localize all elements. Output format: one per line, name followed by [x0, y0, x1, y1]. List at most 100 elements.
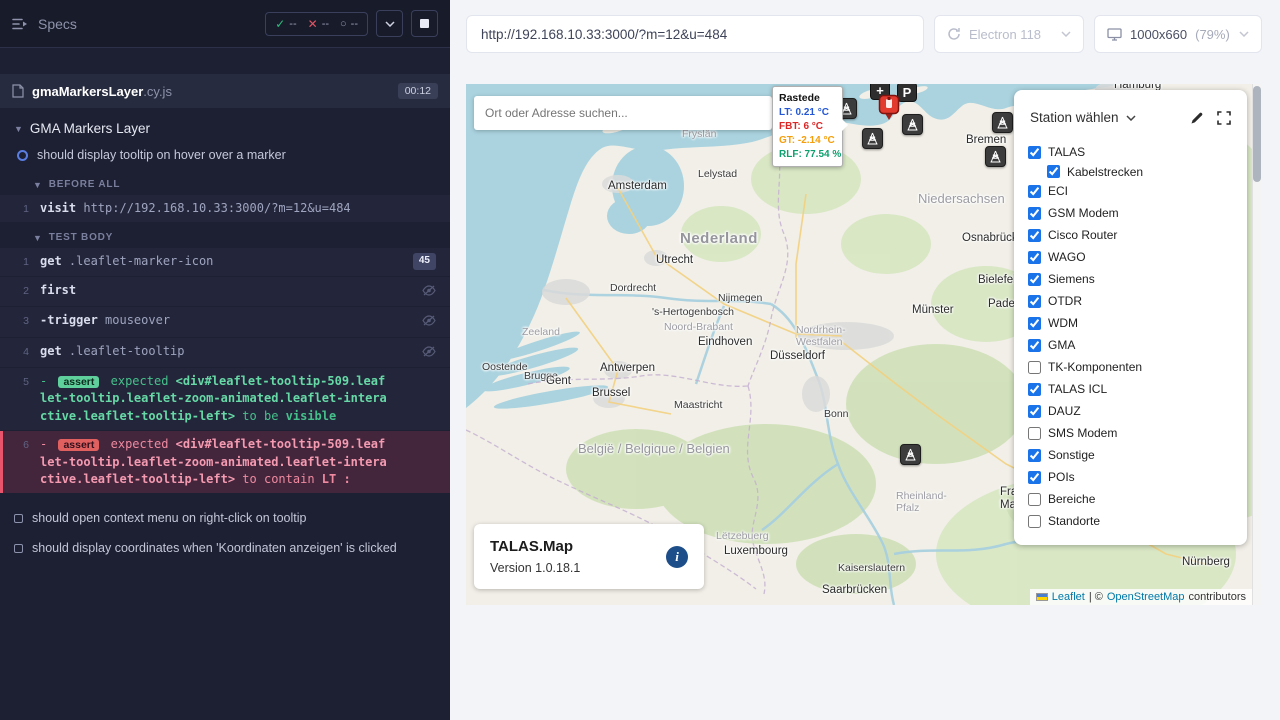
running-test-row[interactable]: should display tooltip on hover over a m…: [0, 141, 450, 169]
command-text: - assert expected <div#leaflet-tooltip-5…: [40, 373, 436, 425]
command-row-visit[interactable]: 1visit http://192.168.10.33:3000/?m=12&u…: [0, 195, 450, 222]
spec-file-row[interactable]: gmaMarkersLayer.cy.js 00:12: [0, 74, 450, 108]
p-marker[interactable]: P: [897, 84, 917, 102]
station-marker[interactable]: [862, 128, 883, 149]
layer-label: DAUZ: [1048, 404, 1081, 418]
layer-checkbox-kabelstrecken[interactable]: [1047, 165, 1060, 178]
layer-checkbox-wdm[interactable]: [1028, 317, 1041, 330]
layer-toggle-siemens[interactable]: Siemens: [1028, 268, 1233, 290]
test-body-section[interactable]: ▼ TEST BODY: [0, 222, 450, 248]
layer-checkbox-talas[interactable]: [1028, 146, 1041, 159]
layer-toggle-sms-modem[interactable]: SMS Modem: [1028, 422, 1233, 444]
pending-count: --: [351, 18, 358, 30]
viewport-selector[interactable]: 1000x660 (79%): [1094, 15, 1262, 53]
station-marker[interactable]: [902, 114, 923, 135]
map-scrollbar-thumb[interactable]: [1253, 86, 1261, 182]
command-row-trigger[interactable]: 3-trigger mouseover: [0, 307, 450, 336]
layer-toggle-bereiche[interactable]: Bereiche: [1028, 488, 1233, 510]
layer-checkbox-standorte[interactable]: [1028, 515, 1041, 528]
layer-label: Standorte: [1048, 514, 1100, 528]
layer-checkbox-sms-modem[interactable]: [1028, 427, 1041, 440]
layer-toggle-talas[interactable]: TALAS: [1028, 141, 1233, 163]
command-number: 1: [3, 253, 40, 270]
layer-toggle-kabelstrecken[interactable]: Kabelstrecken: [1028, 163, 1233, 180]
layer-toggle-tk-komponenten[interactable]: TK-Komponenten: [1028, 356, 1233, 378]
url-input[interactable]: [481, 27, 909, 42]
tooltip-row-fbt: FBT: 6 °C: [779, 120, 836, 134]
command-text: - assert expected <div#leaflet-tooltip-5…: [40, 436, 436, 488]
layer-toggle-dauz[interactable]: DAUZ: [1028, 400, 1233, 422]
before-all-section[interactable]: ▼ BEFORE ALL: [0, 169, 450, 195]
marker-tooltip[interactable]: Rastede LT: 0.21 °CFBT: 6 °CGT: -2.14 °C…: [772, 86, 843, 167]
stop-run-button[interactable]: [411, 10, 438, 37]
layer-checkbox-tk-komponenten[interactable]: [1028, 361, 1041, 374]
layer-checkbox-bereiche[interactable]: [1028, 493, 1041, 506]
viewport-zoom: (79%): [1195, 27, 1230, 42]
url-bar[interactable]: [466, 15, 924, 53]
info-button[interactable]: i: [666, 546, 688, 568]
layer-toggle-standorte[interactable]: Standorte: [1028, 510, 1233, 532]
station-select-dropdown[interactable]: Station wählen: [1030, 110, 1136, 125]
cypress-reporter-sidebar: Specs ✓-- ✕-- ○-- gmaMarkersLayer.cy.js …: [0, 0, 450, 720]
layer-toggle-cisco-router[interactable]: Cisco Router: [1028, 224, 1233, 246]
layer-toggle-gsm-modem[interactable]: GSM Modem: [1028, 202, 1233, 224]
tooltip-measurements: LT: 0.21 °CFBT: 6 °CGT: -2.14 °CRLF: 77.…: [779, 106, 836, 162]
layer-checkbox-eci[interactable]: [1028, 185, 1041, 198]
map-scrollbar[interactable]: [1252, 84, 1262, 605]
layer-label: Siemens: [1048, 272, 1095, 286]
command-text: -trigger mouseover: [40, 312, 414, 331]
layer-toggle-talas-icl[interactable]: TALAS ICL: [1028, 378, 1233, 400]
layer-checkbox-pois[interactable]: [1028, 471, 1041, 484]
command-row-get[interactable]: 1get .leaflet-marker-icon45: [0, 248, 450, 275]
browser-selector[interactable]: Electron 118: [934, 15, 1084, 53]
command-text: visit http://192.168.10.33:3000/?m=12&u=…: [40, 200, 436, 217]
layer-checkbox-wago[interactable]: [1028, 251, 1041, 264]
map-search-box[interactable]: [474, 96, 772, 130]
layer-checkbox-sonstige[interactable]: [1028, 449, 1041, 462]
pending-test-row[interactable]: should display coordinates when 'Koordin…: [0, 533, 450, 563]
command-row-get[interactable]: 4get .leaflet-tooltip: [0, 338, 450, 367]
layer-toggle-gma[interactable]: GMA: [1028, 334, 1233, 356]
pending-test-title: should display coordinates when 'Koordin…: [32, 541, 397, 555]
test-title: should display tooltip on hover over a m…: [37, 148, 286, 162]
leaflet-link[interactable]: Leaflet: [1052, 591, 1085, 603]
pending-test-row[interactable]: should open context menu on right-click …: [0, 503, 450, 533]
collapse-dropdown-button[interactable]: [376, 10, 403, 37]
leaflet-map[interactable]: HamburgBremenNiedersachsenFryslânAmsterd…: [466, 84, 1262, 605]
command-row-assert[interactable]: 5- assert expected <div#leaflet-tooltip-…: [0, 368, 450, 430]
layer-checkbox-gsm-modem[interactable]: [1028, 207, 1041, 220]
station-marker[interactable]: [992, 112, 1013, 133]
map-search-input[interactable]: [485, 106, 761, 120]
layer-toggle-wdm[interactable]: WDM: [1028, 312, 1233, 334]
chevron-down-icon: ▼: [33, 180, 43, 190]
station-marker[interactable]: [985, 146, 1006, 167]
layer-checkbox-talas-icl[interactable]: [1028, 383, 1041, 396]
openstreetmap-link[interactable]: OpenStreetMap: [1107, 591, 1185, 603]
command-count-badge: 45: [413, 253, 436, 270]
layer-label: OTDR: [1048, 294, 1082, 308]
command-row-first[interactable]: 2first: [0, 277, 450, 306]
layer-toggle-otdr[interactable]: OTDR: [1028, 290, 1233, 312]
layer-checkbox-dauz[interactable]: [1028, 405, 1041, 418]
layer-checkbox-siemens[interactable]: [1028, 273, 1041, 286]
fullscreen-expand-icon[interactable]: [1217, 111, 1231, 125]
layer-toggle-eci[interactable]: ECI: [1028, 180, 1233, 202]
station-marker[interactable]: [900, 444, 921, 465]
layer-checkbox-cisco-router[interactable]: [1028, 229, 1041, 242]
layer-toggle-wago[interactable]: WAGO: [1028, 246, 1233, 268]
layer-checkbox-otdr[interactable]: [1028, 295, 1041, 308]
app-version: Version 1.0.18.1: [490, 561, 580, 575]
command-row-assert[interactable]: 6- assert expected <div#leaflet-tooltip-…: [0, 431, 450, 493]
edit-pencil-icon[interactable]: [1190, 111, 1204, 125]
suite-row[interactable]: ▼ GMA Markers Layer: [0, 108, 450, 141]
hidden-eye-icon: [422, 343, 436, 362]
layer-checkbox-gma[interactable]: [1028, 339, 1041, 352]
app-preview-pane: Electron 118 1000x660 (79%): [450, 0, 1280, 720]
specs-list-icon[interactable]: [12, 17, 29, 31]
layer-toggle-sonstige[interactable]: Sonstige: [1028, 444, 1233, 466]
browser-name: Electron 118: [969, 27, 1041, 42]
layer-toggle-pois[interactable]: POIs: [1028, 466, 1233, 488]
failed-icon: ✕: [308, 17, 318, 31]
red-pin-marker[interactable]: [878, 94, 900, 121]
layer-label: Cisco Router: [1048, 228, 1117, 242]
